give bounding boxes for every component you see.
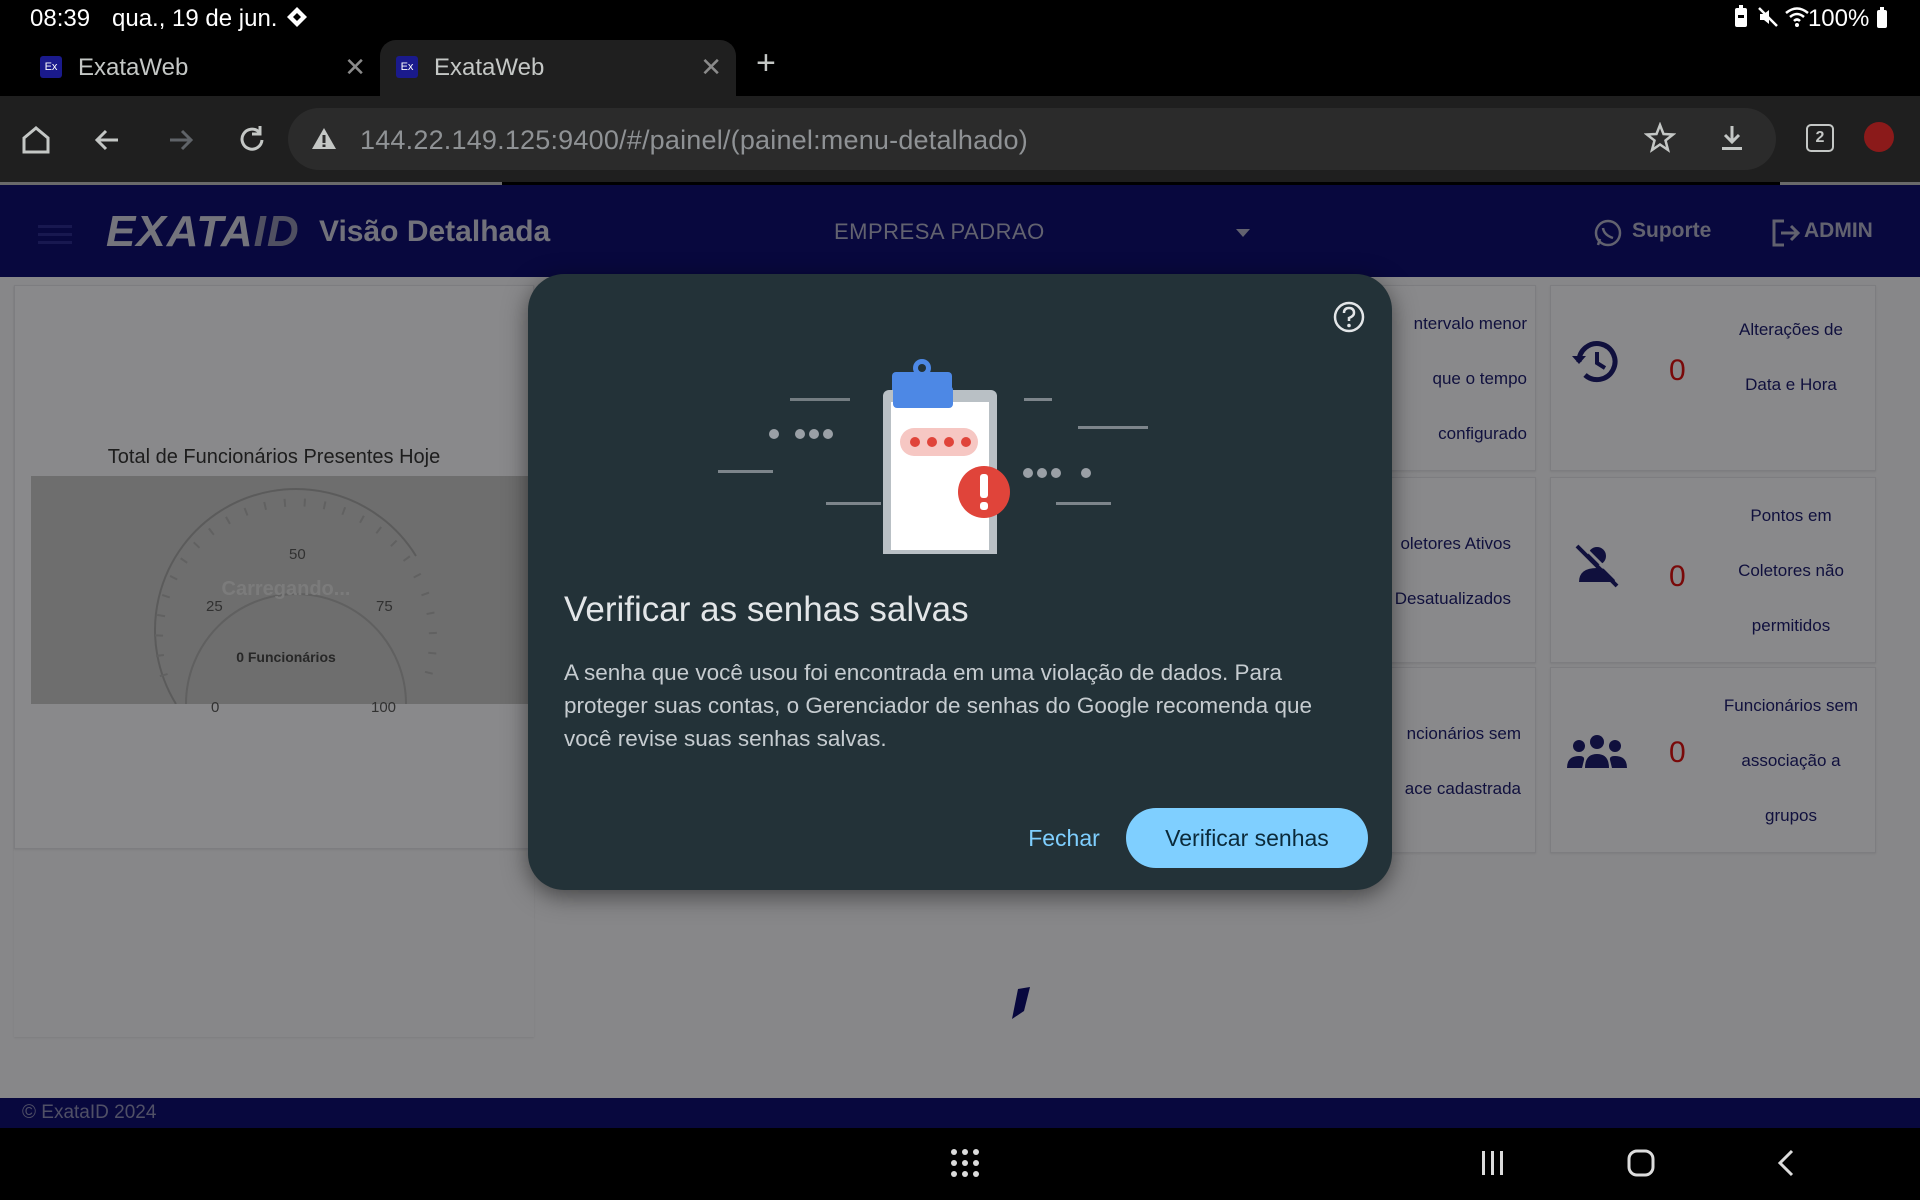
dialog-body: A senha que você usou foi encontrada em … — [564, 660, 1312, 751]
address-bar[interactable]: 144.22.149.125:9400/#/painel/(painel:men… — [288, 108, 1776, 170]
tab-title: ExataWeb — [434, 54, 545, 81]
close-icon[interactable]: ✕ — [344, 52, 366, 83]
back-icon[interactable] — [88, 120, 128, 160]
url-text: 144.22.149.125:9400/#/painel/(painel:men… — [360, 125, 1028, 155]
clipboard-alert-icon — [718, 359, 1148, 554]
browser-toolbar: 144.22.149.125:9400/#/painel/(painel:men… — [0, 96, 1920, 182]
status-time: 08:39 — [30, 5, 91, 32]
close-button[interactable]: Fechar — [1004, 808, 1124, 868]
favicon-icon: Ex — [40, 56, 62, 78]
app-drawer-icon[interactable] — [948, 1146, 982, 1185]
verify-passwords-button[interactable]: Verificar senhas — [1126, 808, 1368, 868]
help-icon[interactable] — [1332, 300, 1366, 339]
system-navigation-bar — [0, 1128, 1920, 1200]
dialog-title: Verificar as senhas salvas — [564, 590, 969, 629]
wifi-icon — [1784, 5, 1810, 36]
status-bar: 08:39 qua., 19 de jun. 100% — [0, 0, 1920, 36]
recent-apps-icon[interactable] — [1478, 1146, 1508, 1185]
battery-level: 100% — [1807, 5, 1870, 32]
battery-icon — [1877, 7, 1887, 28]
battery-saver-icon — [1734, 5, 1748, 36]
close-icon[interactable]: ✕ — [700, 52, 722, 83]
home-button-icon[interactable] — [1624, 1146, 1658, 1185]
download-icon[interactable] — [1716, 122, 1748, 159]
tab-title: ExataWeb — [78, 54, 189, 81]
not-secure-icon[interactable] — [310, 125, 338, 158]
favicon-icon: Ex — [396, 56, 418, 78]
back-button-icon[interactable] — [1770, 1146, 1804, 1185]
mute-icon — [1756, 5, 1780, 36]
status-date: qua., 19 de jun. — [112, 5, 278, 32]
browser-tab[interactable]: Ex ExataWeb ✕ — [24, 40, 380, 96]
new-tab-icon[interactable]: + — [756, 44, 776, 83]
nearby-share-icon — [283, 5, 311, 36]
browser-tab-active[interactable]: Ex ExataWeb ✕ — [380, 40, 736, 96]
forward-icon[interactable] — [160, 120, 200, 160]
browser-tab-strip: Ex ExataWeb ✕ Ex ExataWeb ✕ + — [0, 36, 1920, 96]
home-icon[interactable] — [16, 120, 56, 160]
password-check-dialog: Verificar as senhas salvas A senha que v… — [528, 274, 1392, 890]
tab-switcher-button[interactable]: 2 — [1806, 124, 1834, 152]
profile-avatar[interactable] — [1864, 122, 1894, 152]
reload-icon[interactable] — [232, 120, 272, 160]
battery-indicator: 100% — [1808, 5, 1888, 33]
bookmark-star-icon[interactable] — [1643, 121, 1677, 159]
